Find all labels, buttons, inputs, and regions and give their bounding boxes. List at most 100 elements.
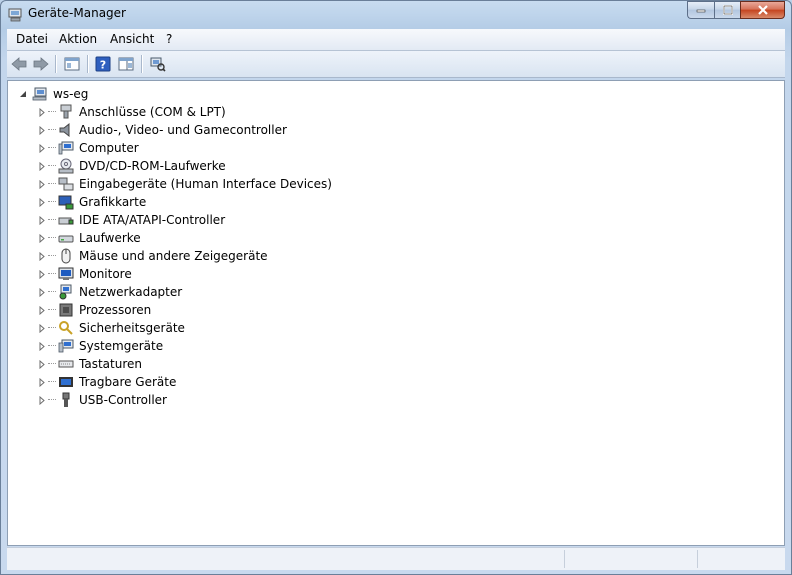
properties-view-button[interactable] bbox=[116, 54, 136, 74]
tree-node-label: Mäuse und andere Zeigegeräte bbox=[79, 249, 268, 263]
caption-buttons bbox=[687, 1, 785, 20]
tree-connector bbox=[48, 219, 56, 221]
close-button[interactable] bbox=[740, 1, 785, 19]
tree-node[interactable]: Monitore bbox=[36, 265, 132, 283]
usb-icon bbox=[58, 392, 74, 408]
speaker-icon bbox=[58, 122, 74, 138]
svg-text:?: ? bbox=[100, 59, 106, 72]
tree-connector bbox=[48, 327, 56, 329]
restore-icon bbox=[722, 5, 733, 15]
portable-device-icon bbox=[58, 374, 74, 390]
tree-node-label: Eingabegeräte (Human Interface Devices) bbox=[79, 177, 332, 191]
expand-arrow-icon[interactable] bbox=[36, 391, 48, 409]
status-pane-2 bbox=[564, 550, 697, 568]
menu-help[interactable]: ? bbox=[163, 32, 175, 46]
menu-aktion[interactable]: Aktion bbox=[56, 32, 100, 46]
maximize-button[interactable] bbox=[714, 1, 740, 19]
expand-arrow-icon[interactable] bbox=[36, 193, 48, 211]
expand-arrow-icon[interactable] bbox=[36, 355, 48, 373]
tree-node-label: IDE ATA/ATAPI-Controller bbox=[79, 213, 226, 227]
security-device-icon bbox=[58, 320, 74, 336]
expand-arrow-icon[interactable] bbox=[36, 301, 48, 319]
computer-icon bbox=[32, 86, 48, 102]
minimize-button[interactable] bbox=[687, 1, 714, 19]
tree-connector bbox=[48, 309, 56, 311]
tree-node[interactable]: Systemgeräte bbox=[36, 337, 163, 355]
tree-node[interactable]: Netzwerkadapter bbox=[36, 283, 182, 301]
expand-arrow-icon[interactable] bbox=[36, 265, 48, 283]
tree-node[interactable]: Sicherheitsgeräte bbox=[36, 319, 185, 337]
properties-view-icon bbox=[118, 57, 134, 71]
tree-connector bbox=[48, 111, 56, 113]
minimize-icon bbox=[696, 9, 706, 13]
status-pane-3 bbox=[697, 550, 784, 568]
tree-node[interactable]: Tastaturen bbox=[36, 355, 142, 373]
expand-arrow-icon[interactable] bbox=[36, 211, 48, 229]
tree-node-label: USB-Controller bbox=[79, 393, 167, 407]
tree-node-label: Monitore bbox=[79, 267, 132, 281]
help-button[interactable]: ? bbox=[93, 54, 113, 74]
title-bar[interactable]: Geräte-Manager bbox=[1, 1, 791, 28]
tree-connector bbox=[48, 201, 56, 203]
expand-arrow-icon[interactable] bbox=[36, 121, 48, 139]
tree-node[interactable]: Mäuse und andere Zeigegeräte bbox=[36, 247, 268, 265]
tree-node-label: Tastaturen bbox=[79, 357, 142, 371]
expand-arrow-icon[interactable] bbox=[36, 319, 48, 337]
device-tree[interactable]: ws-eg Anschlüsse (COM & LPT) Audio-, Vide… bbox=[7, 80, 785, 546]
menu-ansicht[interactable]: Ansicht bbox=[107, 32, 157, 46]
show-hide-console-tree-button[interactable] bbox=[62, 54, 82, 74]
keyboard-icon bbox=[58, 356, 74, 372]
processor-icon bbox=[58, 302, 74, 318]
tree-node[interactable]: Tragbare Geräte bbox=[36, 373, 176, 391]
tree-node-label: Tragbare Geräte bbox=[79, 375, 177, 389]
tree-node-label: Systemgeräte bbox=[79, 339, 164, 353]
expand-arrow-icon[interactable] bbox=[36, 139, 48, 157]
collapse-arrow-icon[interactable] bbox=[18, 85, 30, 103]
status-bar bbox=[7, 547, 785, 570]
tree-node[interactable]: DVD/CD-ROM-Laufwerke bbox=[36, 157, 226, 175]
menu-bar: Datei Aktion Ansicht ? bbox=[7, 29, 785, 51]
tree-connector bbox=[48, 399, 56, 401]
tree-connector bbox=[48, 345, 56, 347]
tree-node[interactable]: Prozessoren bbox=[36, 301, 151, 319]
menu-datei[interactable]: Datei bbox=[13, 32, 51, 46]
device-manager-app-icon[interactable] bbox=[8, 6, 24, 22]
tree-connector bbox=[48, 165, 56, 167]
hid-icon bbox=[58, 176, 74, 192]
window-title: Geräte-Manager bbox=[28, 6, 126, 20]
tree-node[interactable]: Audio-, Video- und Gamecontroller bbox=[36, 121, 287, 139]
expand-arrow-icon[interactable] bbox=[36, 175, 48, 193]
toolbar-separator bbox=[55, 55, 57, 73]
back-button[interactable] bbox=[9, 54, 29, 74]
tree-node[interactable]: Computer bbox=[36, 139, 139, 157]
tree-node-label: Laufwerke bbox=[79, 231, 141, 245]
expand-arrow-icon[interactable] bbox=[36, 103, 48, 121]
tree-node[interactable]: IDE ATA/ATAPI-Controller bbox=[36, 211, 225, 229]
expand-arrow-icon[interactable] bbox=[36, 373, 48, 391]
tree-node-label: Sicherheitsgeräte bbox=[79, 321, 185, 335]
tree-node[interactable]: Anschlüsse (COM & LPT) bbox=[36, 103, 226, 121]
status-pane-main bbox=[7, 550, 563, 568]
tree-node-label: Computer bbox=[79, 141, 139, 155]
expand-arrow-icon[interactable] bbox=[36, 157, 48, 175]
forward-button[interactable] bbox=[31, 54, 51, 74]
tree-connector bbox=[48, 183, 56, 185]
expand-arrow-icon[interactable] bbox=[36, 337, 48, 355]
expand-arrow-icon[interactable] bbox=[36, 229, 48, 247]
toolbar: ? bbox=[7, 51, 785, 78]
tree-node[interactable]: Laufwerke bbox=[36, 229, 141, 247]
tree-connector bbox=[48, 291, 56, 293]
tree-connector bbox=[48, 273, 56, 275]
tree-node[interactable]: USB-Controller bbox=[36, 391, 167, 409]
tree-node-label: Audio-, Video- und Gamecontroller bbox=[79, 123, 287, 137]
tree-root[interactable]: ws-eg bbox=[18, 85, 88, 103]
tree-node[interactable]: Eingabegeräte (Human Interface Devices) bbox=[36, 175, 332, 193]
tree-node[interactable]: Grafikkarte bbox=[36, 193, 146, 211]
expand-arrow-icon[interactable] bbox=[36, 283, 48, 301]
expand-arrow-icon[interactable] bbox=[36, 247, 48, 265]
close-icon bbox=[757, 5, 768, 15]
tree-root-label: ws-eg bbox=[53, 87, 89, 101]
scan-hardware-button[interactable] bbox=[148, 54, 168, 74]
toolbar-separator bbox=[141, 55, 143, 73]
network-adapter-icon bbox=[58, 284, 74, 300]
